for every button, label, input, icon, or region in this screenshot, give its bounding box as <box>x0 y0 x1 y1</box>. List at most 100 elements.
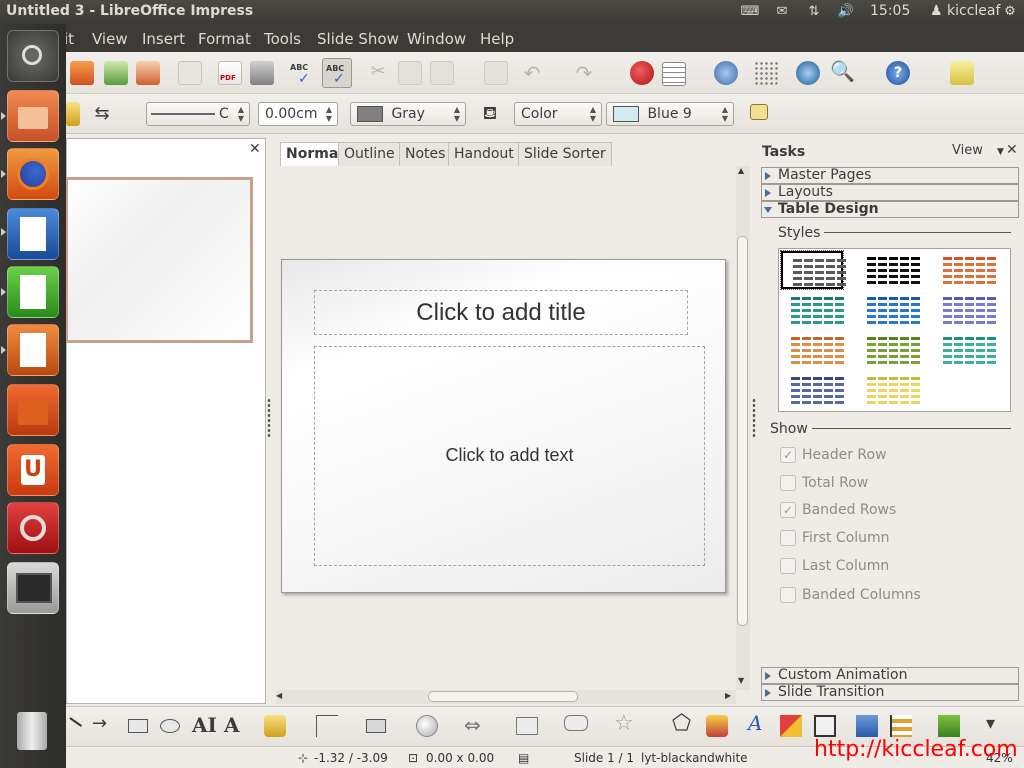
tab-handout[interactable]: Handout <box>448 142 520 166</box>
table-style-option[interactable] <box>857 371 921 409</box>
rectangle-tool-icon[interactable] <box>128 719 148 733</box>
network-icon[interactable]: ⇅ <box>804 4 824 20</box>
connector-tool-icon[interactable] <box>316 715 338 737</box>
autospellcheck-icon[interactable]: ABC ✓ <box>322 58 352 88</box>
clone-formatting-icon[interactable] <box>484 61 508 85</box>
vertical-text-tool-icon[interactable]: A <box>224 713 240 737</box>
ubuntu-one-icon[interactable]: U <box>7 444 59 496</box>
table-style-option[interactable] <box>781 371 845 409</box>
menu-tools[interactable]: Tools <box>264 30 301 48</box>
table-style-option[interactable] <box>857 291 921 329</box>
glue-points-icon[interactable] <box>706 715 728 737</box>
total-row-checkbox[interactable] <box>780 475 796 491</box>
slide-canvas[interactable]: Click to add title Click to add text <box>281 259 726 593</box>
menu-format[interactable]: Format <box>198 30 251 48</box>
arrow-line-tool-icon[interactable]: → <box>92 713 107 734</box>
calc-icon[interactable] <box>7 266 59 318</box>
tab-outline[interactable]: Outline <box>338 142 401 166</box>
arrow-style-icon[interactable]: ⇆ <box>90 102 114 126</box>
vertical-scrollbar[interactable]: ▲ ▼ <box>736 166 750 690</box>
document-modified-icon[interactable]: ▤ <box>518 751 529 765</box>
insert-image-icon[interactable] <box>780 715 802 737</box>
area-color-select[interactable]: Blue 9 ▲ ▼ <box>606 102 734 126</box>
save-icon[interactable] <box>104 61 128 85</box>
table-style-option[interactable] <box>781 331 845 369</box>
line-icon[interactable] <box>66 102 80 126</box>
block-arrows-icon[interactable]: ⇔ <box>464 713 481 737</box>
paste-icon[interactable] <box>430 61 454 85</box>
menu-slide-show[interactable]: Slide Show <box>317 30 399 48</box>
cut-icon[interactable]: ✂ <box>366 61 390 85</box>
scroll-down-icon[interactable]: ▼ <box>738 676 744 685</box>
slide-thumbnail[interactable] <box>65 177 253 343</box>
user-menu[interactable]: ♟ kiccleaf <box>930 3 1000 19</box>
edit-file-icon[interactable] <box>178 61 202 85</box>
scroll-left-icon[interactable]: ◀ <box>276 691 282 700</box>
text-placeholder[interactable]: Click to add text <box>314 346 705 566</box>
tab-slide-sorter[interactable]: Slide Sorter <box>518 142 612 166</box>
image-icon[interactable] <box>714 61 738 85</box>
text-tool-icon[interactable]: AI <box>192 713 217 737</box>
flowchart-icon[interactable] <box>516 717 538 735</box>
close-slides-pane-icon[interactable]: ✕ <box>249 141 261 157</box>
section-layouts[interactable]: Layouts <box>761 184 1019 201</box>
scroll-right-icon[interactable]: ▶ <box>725 691 731 700</box>
clock[interactable]: 15:05 <box>870 3 910 19</box>
banded-rows-checkbox[interactable]: ✓ <box>780 502 796 518</box>
files-icon[interactable] <box>7 90 59 142</box>
email-icon[interactable] <box>136 61 160 85</box>
table-style-option[interactable] <box>857 331 921 369</box>
keyboard-icon[interactable]: ⌨ <box>738 4 762 20</box>
fontwork-icon[interactable]: A <box>748 711 762 735</box>
stars-icon[interactable]: ☆ <box>614 711 634 736</box>
horizontal-scroll-thumb[interactable] <box>428 691 578 702</box>
line-width-input[interactable]: 0.00cm ▲ ▼ <box>258 102 338 126</box>
table-icon[interactable] <box>662 62 686 86</box>
mail-icon[interactable]: ✉ <box>772 4 792 20</box>
table-style-option[interactable] <box>780 250 847 290</box>
horizontal-scrollbar[interactable]: ◀ ▶ <box>276 690 736 704</box>
help-icon[interactable]: ? <box>886 61 910 85</box>
extrusion-icon[interactable] <box>814 715 836 737</box>
table-style-option[interactable] <box>781 291 845 329</box>
curve-tool-icon[interactable] <box>264 715 286 737</box>
last-column-checkbox[interactable] <box>780 558 796 574</box>
table-style-option[interactable] <box>857 251 921 289</box>
menu-view[interactable]: View <box>92 30 128 48</box>
first-column-checkbox[interactable] <box>780 530 796 546</box>
align-icon[interactable] <box>890 715 912 737</box>
ellipse-tool-icon[interactable] <box>160 719 180 733</box>
section-master-pages[interactable]: Master Pages <box>761 167 1019 184</box>
line-style-select[interactable]: C ▲ ▼ <box>146 102 250 126</box>
line-color-select[interactable]: Gray ▲ ▼ <box>350 102 466 126</box>
title-placeholder[interactable]: Click to add title <box>314 290 688 335</box>
section-slide-transition[interactable]: Slide Transition <box>761 684 1019 701</box>
zoom-icon[interactable]: 🔍 <box>828 59 855 85</box>
software-center-icon[interactable] <box>7 384 59 436</box>
undo-icon[interactable]: ↶ <box>520 61 544 85</box>
vertical-scroll-thumb[interactable] <box>737 236 748 626</box>
callouts-icon[interactable] <box>564 715 588 731</box>
transform-icon[interactable] <box>856 715 878 737</box>
header-row-checkbox[interactable]: ✓ <box>780 447 796 463</box>
spellcheck-icon[interactable]: ABC ✓ <box>290 61 314 87</box>
pane-splitter-left[interactable] <box>267 398 271 438</box>
open-icon[interactable] <box>70 61 94 85</box>
table-style-option[interactable] <box>933 251 997 289</box>
close-tasks-pane-icon[interactable]: ✕ <box>1006 142 1018 158</box>
points-icon[interactable]: ⬠ <box>672 711 691 736</box>
system-settings-icon[interactable] <box>7 502 59 554</box>
print-icon[interactable] <box>250 61 274 85</box>
basic-shapes-icon[interactable] <box>366 719 386 733</box>
redo-icon[interactable]: ↷ <box>572 61 596 85</box>
table-style-option[interactable] <box>933 331 997 369</box>
arrange-icon[interactable] <box>938 715 960 737</box>
trash-icon[interactable] <box>7 706 59 758</box>
dash-home-icon[interactable] <box>7 30 59 82</box>
menu-help[interactable]: Help <box>480 30 514 48</box>
volume-icon[interactable]: 🔊 <box>836 4 856 20</box>
menu-window[interactable]: Window <box>407 30 466 48</box>
menu-insert[interactable]: Insert <box>142 30 185 48</box>
firefox-icon[interactable] <box>7 148 59 200</box>
impress-icon[interactable] <box>7 324 59 376</box>
